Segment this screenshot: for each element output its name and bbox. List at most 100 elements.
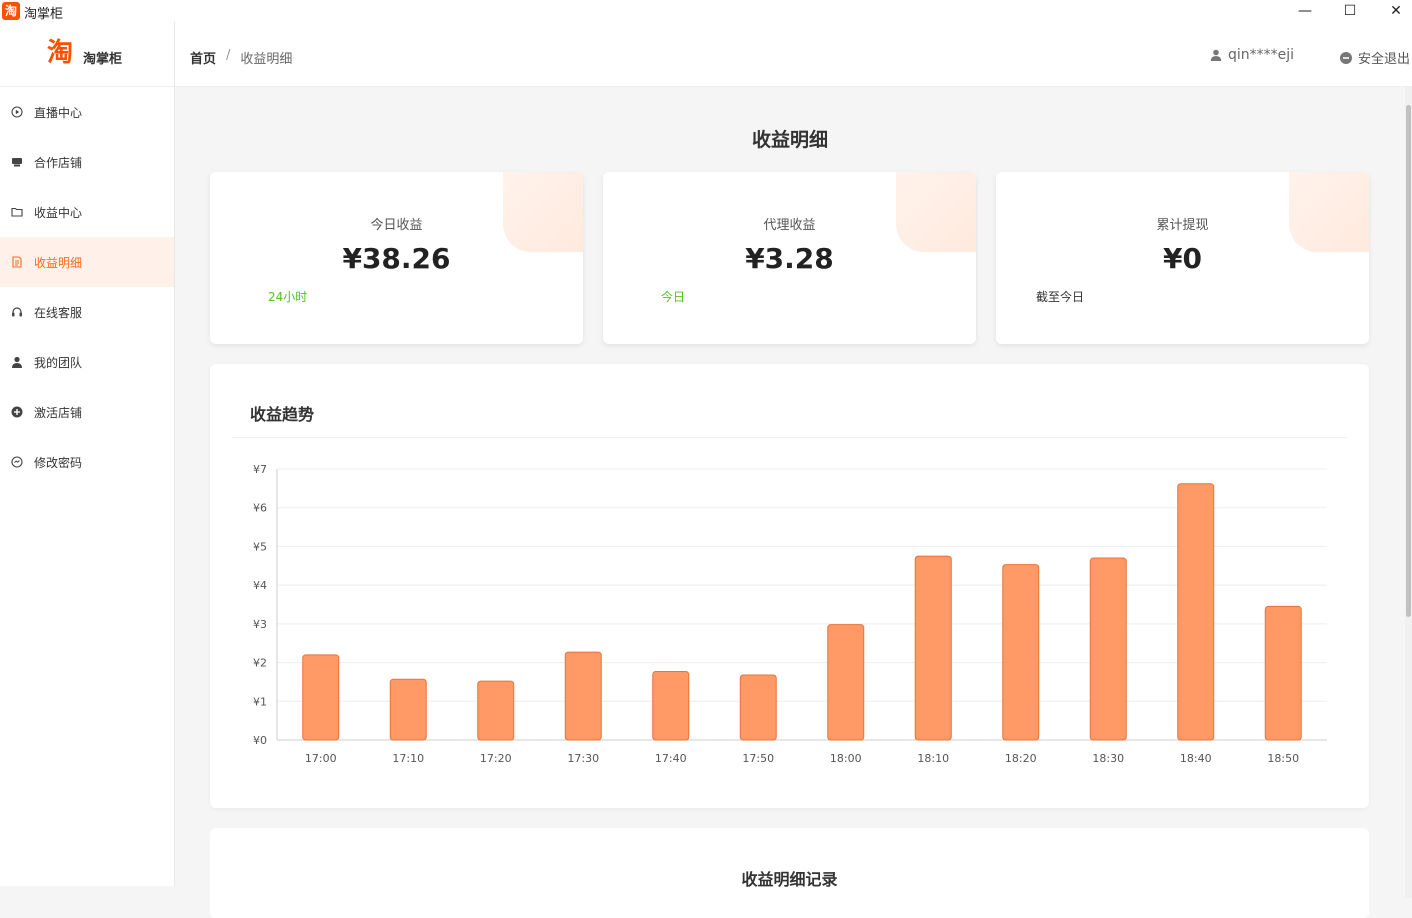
y-tick-label: ¥5 bbox=[253, 540, 267, 553]
sidebar-item-3[interactable]: 收益明细 bbox=[0, 237, 174, 287]
sidebar-item-1[interactable]: 合作店铺 bbox=[0, 137, 174, 187]
revenue-trend-chart: ¥0 ¥1 ¥2 ¥3 ¥4 ¥5 ¥6 ¥7 17:00 17:10 17:20 17:30 17:4… bbox=[253, 463, 1327, 765]
sidebar-item-label: 在线客服 bbox=[34, 305, 83, 320]
shop-icon bbox=[11, 156, 23, 168]
chart-title: 收益趋势 bbox=[250, 405, 315, 424]
window-title: 淘掌柜 bbox=[24, 7, 64, 22]
chart-panel: ¥0 ¥1 ¥2 ¥3 ¥4 ¥5 ¥6 ¥7 17:00 17:10 17:20 17:30 17:4… bbox=[210, 364, 1369, 808]
stat-note: 截至今日 bbox=[1036, 290, 1085, 304]
bar bbox=[1177, 483, 1215, 741]
sidebar-item-label: 激活店铺 bbox=[34, 405, 83, 420]
sidebar-item-label: 修改密码 bbox=[34, 455, 83, 470]
card-decoration bbox=[896, 172, 976, 252]
x-tick-label: 18:40 bbox=[1180, 752, 1212, 765]
header: 首页 / 收益明细 qin****eji 安全退出 bbox=[175, 22, 1412, 87]
stat-note: 今日 bbox=[661, 290, 686, 304]
breadcrumb: 首页 / 收益明细 bbox=[190, 48, 292, 67]
y-tick-label: ¥0 bbox=[253, 734, 267, 747]
x-tick-label: 18:20 bbox=[1005, 752, 1037, 765]
stat-card-withdrawn: 累计提现 ¥0 截至今日 bbox=[996, 172, 1369, 344]
bar bbox=[914, 555, 952, 741]
headset-icon bbox=[11, 306, 23, 318]
y-tick-label: ¥1 bbox=[253, 695, 267, 708]
sidebar-item-2[interactable]: 收益中心 bbox=[0, 187, 174, 237]
breadcrumb-home[interactable]: 首页 bbox=[190, 48, 216, 67]
chart-divider bbox=[232, 437, 1347, 438]
window-titlebar: 淘 淘掌柜 — ☐ ✕ bbox=[0, 0, 1412, 22]
close-button[interactable]: ✕ bbox=[1373, 0, 1412, 22]
bar bbox=[302, 654, 340, 741]
stat-card-today: 今日收益 ¥38.26 24小时 bbox=[210, 172, 583, 344]
x-tick-label: 17:00 bbox=[305, 752, 337, 765]
sidebar-item-5[interactable]: 我的团队 bbox=[0, 337, 174, 387]
user-icon bbox=[1210, 49, 1222, 61]
y-tick-label: ¥2 bbox=[253, 657, 267, 670]
bar bbox=[1002, 564, 1040, 741]
sidebar-item-label: 收益明细 bbox=[34, 255, 83, 270]
y-tick-label: ¥6 bbox=[253, 502, 267, 515]
sidebar-nav: 直播中心合作店铺收益中心收益明细在线客服我的团队激活店铺修改密码 bbox=[0, 87, 174, 487]
stat-value: ¥38.26 bbox=[342, 242, 451, 275]
stat-note: 24小时 bbox=[268, 290, 308, 304]
bar bbox=[477, 680, 515, 741]
main-content: 收益明细 今日收益 ¥38.26 24小时 代理收益 ¥3.28 今日 累计提现… bbox=[175, 87, 1405, 918]
bar bbox=[1264, 605, 1302, 741]
records-title: 收益明细记录 bbox=[741, 870, 838, 889]
bar bbox=[564, 651, 602, 741]
x-tick-label: 17:40 bbox=[655, 752, 687, 765]
card-decoration bbox=[1289, 172, 1369, 252]
stat-card-agent: 代理收益 ¥3.28 今日 bbox=[603, 172, 976, 344]
username: qin****eji bbox=[1227, 47, 1294, 63]
card-decoration bbox=[503, 172, 583, 252]
x-tick-label: 17:30 bbox=[567, 752, 599, 765]
y-tick-label: ¥7 bbox=[253, 463, 267, 476]
stat-value: ¥3.28 bbox=[745, 242, 834, 275]
sidebar-item-label: 直播中心 bbox=[34, 105, 83, 120]
bar bbox=[827, 624, 865, 741]
stat-label: 累计提现 bbox=[1156, 218, 1209, 233]
user-menu[interactable]: qin****eji bbox=[1210, 47, 1294, 63]
sidebar-item-4[interactable]: 在线客服 bbox=[0, 287, 174, 337]
folder-icon bbox=[11, 206, 23, 218]
sidebar-item-6[interactable]: 激活店铺 bbox=[0, 387, 174, 437]
brand-name: 淘掌柜 bbox=[83, 52, 123, 67]
stat-label: 代理收益 bbox=[763, 218, 816, 233]
stat-value: ¥0 bbox=[1163, 242, 1202, 275]
x-tick-label: 17:10 bbox=[392, 752, 424, 765]
page-title: 收益明细 bbox=[751, 129, 828, 151]
bar bbox=[389, 678, 427, 741]
key-circle-icon bbox=[11, 456, 23, 468]
records-panel: 收益明细记录 bbox=[210, 828, 1369, 918]
logout-button[interactable]: 安全退出 bbox=[1339, 48, 1410, 67]
plus-circle-icon bbox=[11, 406, 23, 418]
brand: 淘 淘掌柜 bbox=[0, 22, 174, 87]
minimize-button[interactable]: — bbox=[1282, 0, 1328, 22]
scrollbar-thumb[interactable] bbox=[1406, 105, 1411, 617]
bar bbox=[652, 670, 690, 741]
x-tick-label: 17:20 bbox=[480, 752, 512, 765]
x-tick-label: 18:00 bbox=[830, 752, 862, 765]
x-tick-label: 17:50 bbox=[742, 752, 774, 765]
user-icon bbox=[11, 356, 23, 368]
scrollbar[interactable] bbox=[1405, 87, 1412, 898]
sidebar-item-label: 合作店铺 bbox=[34, 155, 83, 170]
play-circle-icon bbox=[11, 106, 23, 118]
document-icon bbox=[11, 256, 23, 268]
x-tick-label: 18:50 bbox=[1267, 752, 1299, 765]
sidebar-item-label: 我的团队 bbox=[34, 355, 83, 370]
y-tick-label: ¥4 bbox=[253, 579, 267, 592]
x-tick-label: 18:30 bbox=[1092, 752, 1124, 765]
sidebar: 淘 淘掌柜 直播中心合作店铺收益中心收益明细在线客服我的团队激活店铺修改密码 bbox=[0, 22, 175, 886]
app-icon: 淘 bbox=[2, 2, 20, 20]
breadcrumb-separator: / bbox=[226, 48, 231, 63]
sidebar-item-label: 收益中心 bbox=[34, 205, 83, 220]
sidebar-item-7[interactable]: 修改密码 bbox=[0, 437, 174, 487]
y-tick-label: ¥3 bbox=[253, 618, 267, 631]
bar bbox=[1089, 557, 1127, 741]
sidebar-item-0[interactable]: 直播中心 bbox=[0, 87, 174, 137]
x-tick-label: 18:10 bbox=[917, 752, 949, 765]
bar bbox=[739, 674, 777, 741]
maximize-button[interactable]: ☐ bbox=[1327, 0, 1373, 22]
breadcrumb-current: 收益明细 bbox=[240, 52, 293, 67]
stat-label: 今日收益 bbox=[370, 218, 423, 233]
